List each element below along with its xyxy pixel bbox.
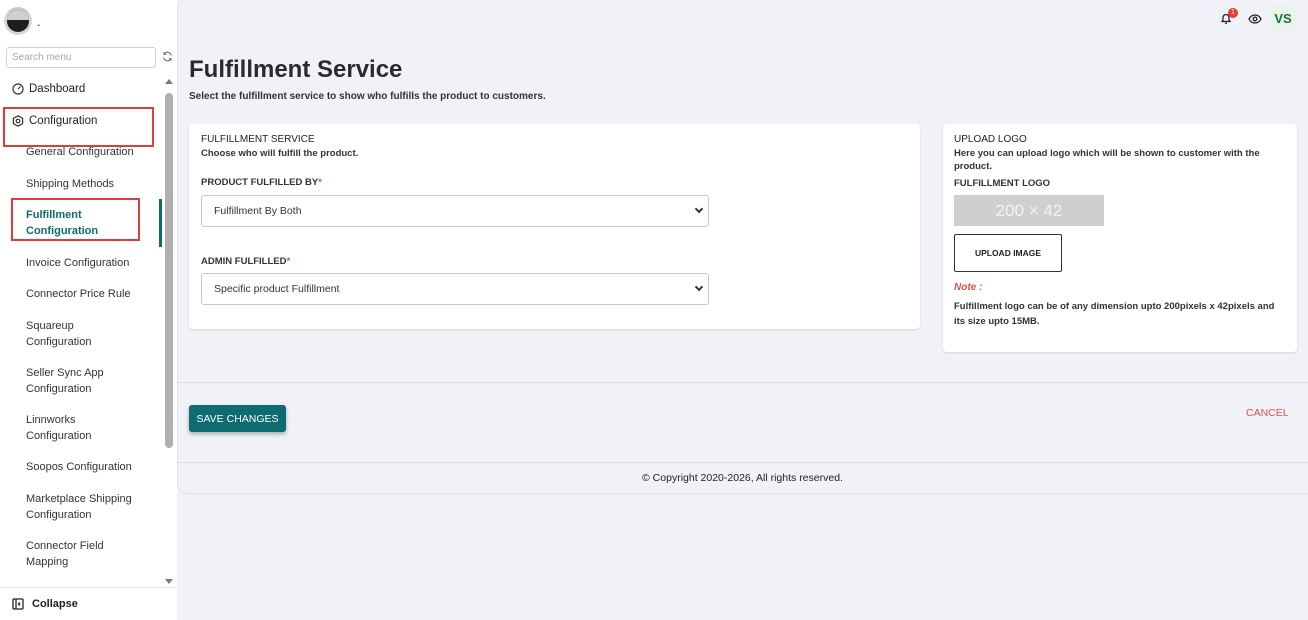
product-fulfilled-by-select[interactable]: Fulfillment By Both <box>201 195 709 227</box>
admin-fulfilled-value: Specific product Fulfillment <box>214 283 340 295</box>
dashboard-icon <box>11 83 24 96</box>
admin-fulfilled-label-text: ADMIN FULFILLED <box>201 256 287 267</box>
save-changes-button[interactable]: SAVE CHANGES <box>189 405 286 432</box>
notification-bell-icon[interactable]: 1 <box>1220 8 1238 26</box>
upload-image-button[interactable]: UPLOAD IMAGE <box>954 234 1062 272</box>
search-menu-wrap <box>6 47 156 68</box>
collapse-icon <box>12 598 24 610</box>
avatar[interactable]: VS <box>1270 6 1296 32</box>
scroll-thumb[interactable] <box>165 93 173 448</box>
sidebar-item-connector-field-mapping[interactable]: Connector Field Mapping <box>26 538 116 570</box>
action-divider-top <box>177 382 1308 383</box>
sidebar-item-soopos-configuration[interactable]: Soopos Configuration <box>26 459 151 475</box>
sidebar-item-shipping-methods[interactable]: Shipping Methods <box>26 176 151 192</box>
admin-fulfilled-label: ADMIN FULFILLED* <box>201 256 290 267</box>
admin-fulfilled-select[interactable]: Specific product Fulfillment <box>201 273 709 305</box>
logo-text: . <box>37 13 41 29</box>
scroll-down-arrow-icon[interactable] <box>165 579 173 584</box>
collapse-button[interactable]: Collapse <box>0 587 177 620</box>
sidebar-item-label: Dashboard <box>29 83 86 95</box>
cancel-button[interactable]: CANCEL <box>1246 407 1289 419</box>
highlight-box-configuration <box>3 107 154 147</box>
sidebar-item-seller-sync-app-configuration[interactable]: Seller Sync App Configuration <box>26 365 121 397</box>
required-mark: * <box>286 256 291 267</box>
upload-logo-description: Here you can upload logo which will be s… <box>954 148 1260 172</box>
product-fulfilled-by-label: PRODUCT FULFILLED BY* <box>201 177 322 188</box>
sidebar-item-squareup-configuration[interactable]: Squareup Configuration <box>26 318 111 350</box>
scroll-up-arrow-icon[interactable] <box>165 79 173 84</box>
logo-image <box>4 7 32 35</box>
product-fulfilled-by-label-text: PRODUCT FULFILLED BY <box>201 177 319 188</box>
note-label: Note : <box>954 282 983 293</box>
copyright-text: © Copyright 2020-2026, All rights reserv… <box>642 472 843 484</box>
highlight-box-fulfillment <box>11 198 140 241</box>
sidebar: . Dashboard Configuration General Config… <box>0 0 177 620</box>
brand-logo[interactable]: . <box>4 4 41 38</box>
chevron-down-icon <box>694 204 704 214</box>
logo-placeholder-image: 200 × 42 <box>954 195 1104 226</box>
upload-logo-title: UPLOAD LOGO <box>954 134 1027 145</box>
fulfillment-service-description: Choose who will fulfill the product. <box>201 148 359 159</box>
sidebar-item-dashboard[interactable]: Dashboard <box>11 81 162 97</box>
sidebar-item-marketplace-shipping-configuration[interactable]: Marketplace Shipping Configuration <box>26 491 146 523</box>
active-indicator <box>159 199 162 247</box>
fulfillment-service-title: FULFILLMENT SERVICE <box>201 134 315 145</box>
chevron-down-icon <box>694 282 704 292</box>
sidebar-item-connector-price-rule[interactable]: Connector Price Rule <box>26 286 151 302</box>
note-text: Fulfillment logo can be of any dimension… <box>954 301 1275 327</box>
action-divider-bottom <box>177 462 1308 463</box>
refresh-icon[interactable] <box>161 51 173 63</box>
product-fulfilled-by-value: Fulfillment By Both <box>214 205 302 217</box>
page-subtitle: Select the fulfillment service to show w… <box>189 91 546 102</box>
eye-icon[interactable] <box>1248 12 1262 26</box>
sidebar-item-linnworks-configuration[interactable]: Linnworks Configuration <box>26 412 111 444</box>
topbar-icons: 1 VS <box>1220 6 1296 32</box>
required-mark: * <box>318 177 322 188</box>
notification-badge: 1 <box>1228 8 1238 18</box>
page-title: Fulfillment Service <box>189 56 403 83</box>
fulfillment-logo-label: FULFILLMENT LOGO <box>954 178 1051 189</box>
collapse-label: Collapse <box>32 598 78 610</box>
search-menu-input[interactable] <box>6 47 156 68</box>
sidebar-scrollbar[interactable] <box>163 79 175 584</box>
sidebar-menu: Dashboard Configuration General Configur… <box>0 76 162 584</box>
sidebar-item-invoice-configuration[interactable]: Invoice Configuration <box>26 255 151 271</box>
